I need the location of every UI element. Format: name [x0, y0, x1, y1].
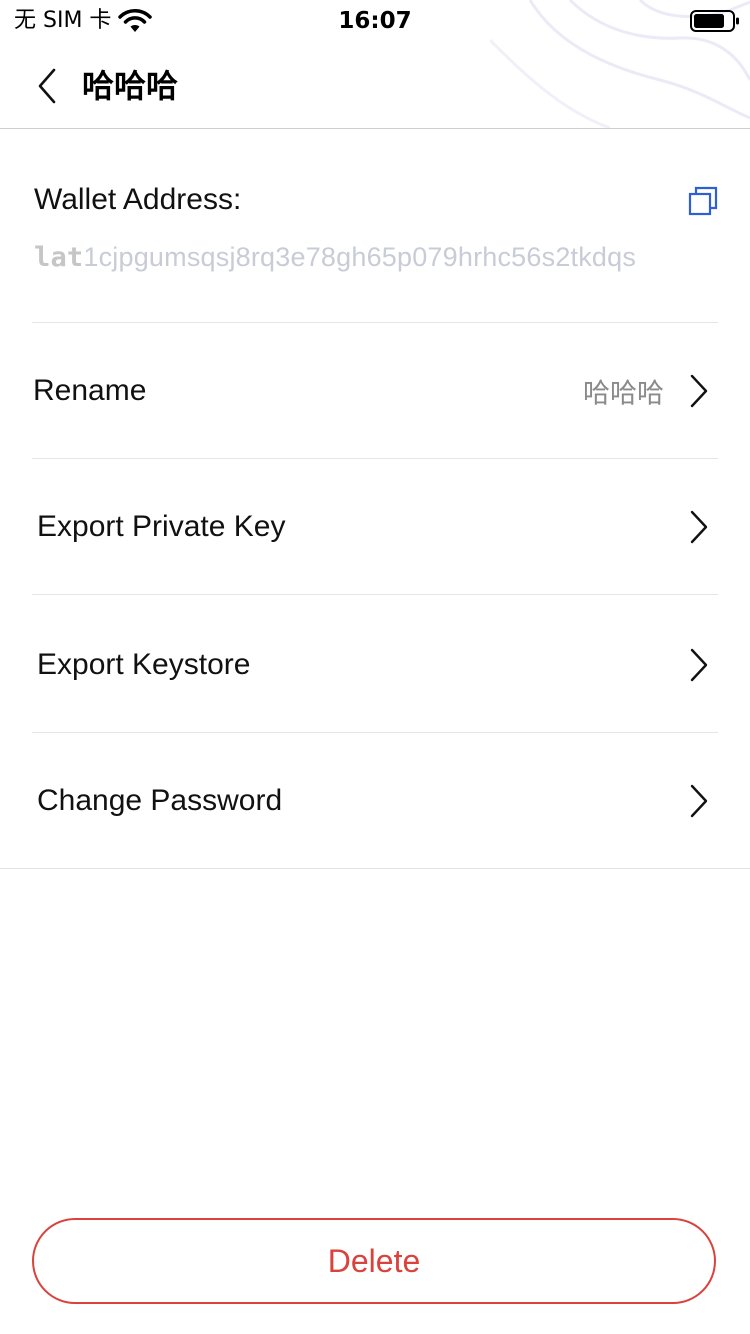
wallet-address-body: 1cjpgumsqsj8rq3e78gh65p079hrhc56s2tkdqs — [83, 242, 637, 272]
export-keystore-label: Export Keystore — [37, 647, 251, 681]
divider — [32, 594, 718, 595]
copy-icon[interactable] — [688, 186, 718, 216]
wallet-address-prefix: lat — [34, 242, 84, 273]
rename-row[interactable]: Rename 哈哈哈 — [0, 323, 750, 458]
rename-current-value: 哈哈哈 — [583, 378, 664, 409]
status-time: 16:07 — [338, 8, 412, 34]
chevron-left-icon[interactable] — [34, 66, 60, 106]
export-keystore-row[interactable]: Export Keystore — [0, 597, 750, 732]
chevron-right-icon — [690, 510, 708, 543]
delete-button[interactable]: Delete — [32, 1218, 716, 1304]
export-private-key-label: Export Private Key — [37, 509, 286, 543]
divider — [0, 868, 750, 869]
navigation-bar: 哈哈哈 — [0, 44, 750, 129]
chevron-right-icon — [690, 648, 708, 681]
change-password-label: Change Password — [37, 783, 283, 817]
export-private-key-row[interactable]: Export Private Key — [0, 459, 750, 594]
wallet-address-section: Wallet Address: lat1cjpgumsqsj8rq3e78gh6… — [0, 128, 750, 323]
status-bar: 无 SIM 卡 16:07 — [0, 0, 750, 44]
rename-label: Rename — [33, 373, 147, 407]
change-password-row[interactable]: Change Password — [0, 733, 750, 868]
wallet-address-value: lat1cjpgumsqsj8rq3e78gh65p079hrhc56s2tkd… — [34, 241, 636, 274]
page-title: 哈哈哈 — [82, 67, 179, 105]
wallet-address-label: Wallet Address: — [34, 183, 242, 216]
chevron-right-icon — [690, 784, 708, 817]
chevron-right-icon — [690, 374, 708, 407]
battery-icon — [690, 10, 739, 32]
